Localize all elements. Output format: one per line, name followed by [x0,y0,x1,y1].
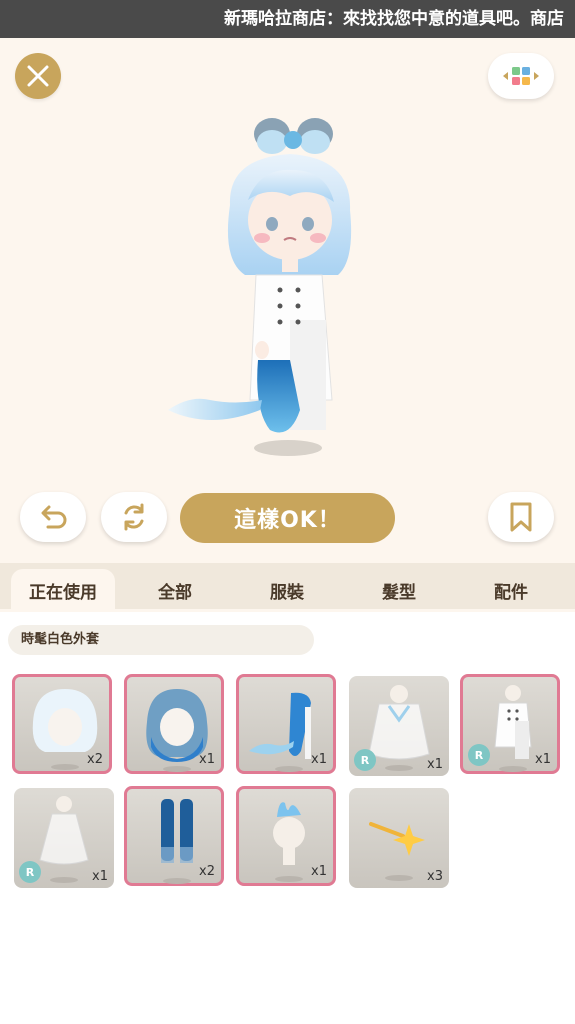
confirm-ok-button[interactable]: 這樣OK！ [180,493,395,543]
item-tile-sheer-cape[interactable]: R x1 [349,676,449,776]
rarity-badge: R [468,744,490,766]
grid-icon [503,67,539,85]
item-tile-ice-hairpiece[interactable]: x1 [236,786,336,886]
item-tile-mermaid-tail[interactable]: x1 [236,674,336,774]
item-tile-white-coat[interactable]: R x1 [460,674,560,774]
item-count: x2 [199,864,215,879]
close-button[interactable] [15,53,61,99]
item-count: x3 [427,869,443,884]
item-tile-wig-white[interactable]: x2 [12,674,112,774]
item-count: x1 [311,752,327,767]
tab-in-use[interactable]: 正在使用 [11,569,115,611]
selected-item-name: 時髦白色外套 [8,625,314,655]
category-tabs: 正在使用 全部 服裝 髮型 配件 [0,563,575,611]
item-tile-wig-blue[interactable]: x1 [124,674,224,774]
refresh-icon [124,503,144,531]
grid-toggle-button[interactable] [488,53,554,99]
tab-accessories[interactable]: 配件 [459,569,563,611]
undo-button[interactable] [20,492,86,542]
randomize-button[interactable] [101,492,167,542]
undo-icon [41,505,67,529]
item-count: x2 [87,752,103,767]
bookmark-icon [510,502,532,532]
item-count: x1 [535,752,551,767]
marquee-text: 新瑪哈拉商店：來找找您中意的道具吧。商店 [224,9,564,29]
item-count: x1 [199,752,215,767]
rarity-badge: R [354,749,376,771]
item-tile-blue-stockings[interactable]: x2 [124,786,224,886]
item-tile-sparkle-effect[interactable]: x3 [349,788,449,888]
close-icon [27,65,49,87]
item-count: x1 [427,757,443,772]
tab-clothing[interactable]: 服裝 [235,569,339,611]
bookmark-button[interactable] [488,492,554,542]
item-count: x1 [311,864,327,879]
tab-hairstyle[interactable]: 髮型 [347,569,451,611]
item-tile-sheer-dress[interactable]: R x1 [14,788,114,888]
shop-marquee: 新瑪哈拉商店：來找找您中意的道具吧。商店 [0,0,575,38]
rarity-badge: R [19,861,41,883]
tab-all[interactable]: 全部 [123,569,227,611]
avatar-preview [168,118,352,456]
item-count: x1 [92,869,108,884]
